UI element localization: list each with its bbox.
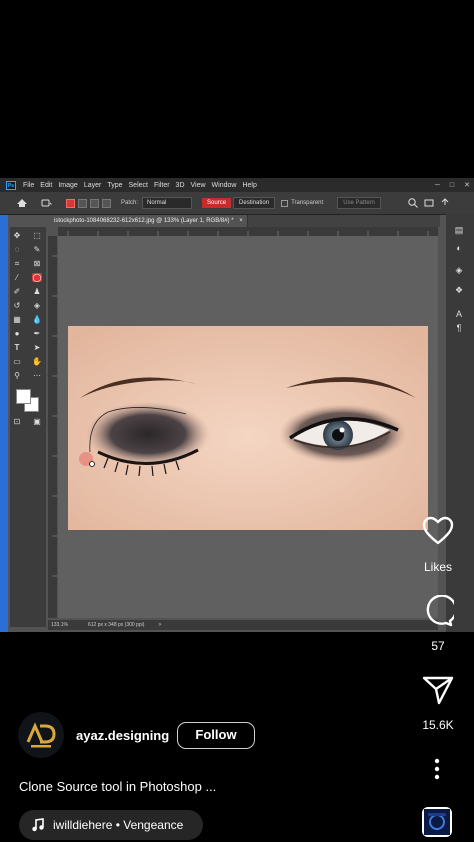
shares-count: 15.6K — [422, 718, 454, 732]
heart-icon[interactable] — [422, 516, 454, 546]
hand-tool-icon[interactable]: ✋ — [32, 357, 42, 366]
document-info: 612 px x 348 px (300 ppi) — [87, 622, 145, 628]
menu-type[interactable]: Type — [107, 182, 122, 189]
brush-tool-icon[interactable]: ✐ — [12, 287, 22, 296]
new-selection-button[interactable] — [66, 198, 75, 208]
more-icon[interactable] — [432, 758, 442, 780]
author-row: ayaz.designing — [18, 712, 169, 758]
menu-bar: Ps File Edit Image Layer Type Select Fil… — [0, 178, 474, 192]
eyes-photo-image — [68, 326, 428, 530]
follow-button[interactable]: Follow — [177, 722, 255, 749]
destination-button[interactable]: Destination — [233, 197, 276, 209]
menu-filter[interactable]: Filter — [154, 182, 170, 189]
shape-tool-icon[interactable]: ▭ — [12, 357, 22, 366]
menu-window[interactable]: Window — [212, 182, 237, 189]
audio-thumbnail[interactable] — [422, 807, 452, 837]
left-ruler — [48, 236, 57, 618]
home-icon[interactable] — [16, 197, 28, 209]
tab-close-icon[interactable]: × — [239, 218, 243, 224]
type-tool-icon[interactable]: T — [12, 343, 22, 352]
history-panel-icon[interactable]: ▤ — [452, 224, 466, 236]
caption[interactable]: Clone Source tool in Photoshop ... — [19, 779, 216, 794]
menu-view[interactable]: View — [191, 182, 206, 189]
audio-cover-image — [424, 809, 450, 835]
path-selection-icon[interactable]: ➤ — [32, 343, 42, 352]
foreground-color-swatch[interactable] — [16, 389, 31, 404]
patch-mode-select[interactable]: Normal — [142, 197, 193, 209]
character-panel-icon[interactable]: A — [452, 308, 466, 320]
zoom-tool-icon[interactable]: ⚲ — [12, 371, 22, 380]
quick-mask-icon[interactable]: ⊡ — [12, 417, 22, 426]
menu-image[interactable]: Image — [58, 182, 77, 189]
pen-tool-icon[interactable]: ✒ — [32, 329, 42, 338]
comments-count: 57 — [431, 639, 445, 653]
eraser-tool-icon[interactable]: ◈ — [32, 301, 42, 310]
patch-tool-preset-icon[interactable] — [40, 197, 52, 209]
gradient-tool-icon[interactable]: ▦ — [12, 315, 22, 324]
document-tabbar: istockphoto-1084068232-612x612.jpg @ 133… — [50, 215, 440, 227]
channels-panel-icon[interactable]: ❖ — [452, 284, 466, 296]
marquee-tool-icon[interactable]: ⬚ — [32, 231, 42, 240]
status-bar: 133.1% 612 px x 348 px (300 ppi) > — [48, 620, 438, 630]
lasso-tool-icon[interactable]: ◌ — [12, 245, 22, 254]
frame-tool-icon[interactable]: ⊠ — [32, 259, 42, 268]
ad-logo-icon — [26, 722, 56, 748]
likes-label: Likes — [423, 560, 452, 574]
share-icon[interactable] — [422, 675, 454, 705]
subtract-selection-button[interactable] — [90, 198, 99, 208]
adjustments-panel-icon[interactable]: ◐ — [452, 242, 466, 254]
transparent-checkbox[interactable] — [281, 199, 289, 207]
dodge-tool-icon[interactable]: ● — [12, 329, 22, 338]
document-photo[interactable] — [68, 326, 428, 530]
menu-layer[interactable]: Layer — [84, 182, 102, 189]
avatar[interactable] — [18, 712, 64, 758]
music-note-icon — [32, 818, 44, 832]
canvas-area[interactable] — [58, 236, 438, 618]
intersect-selection-button[interactable] — [102, 198, 111, 208]
patch-label: Patch: — [121, 200, 139, 206]
photoshop-logo: Ps — [6, 180, 16, 190]
blur-tool-icon[interactable]: 💧 — [32, 315, 42, 324]
search-icon[interactable] — [407, 197, 419, 209]
quick-selection-icon[interactable]: ✎ — [32, 245, 42, 254]
add-selection-button[interactable] — [78, 198, 87, 208]
photoshop-window: Ps File Edit Image Layer Type Select Fil… — [0, 178, 474, 632]
transparent-label: Transparent — [291, 200, 324, 206]
username[interactable]: ayaz.designing — [76, 728, 169, 743]
workspace-icon[interactable] — [423, 197, 435, 209]
paragraph-panel-icon[interactable]: ¶ — [452, 322, 466, 334]
tools-panel: ✥ ⬚ ◌ ✎ ⌗ ⊠ ⁄ ◯ ✐ ♟ ↺ ◈ ▦ 💧 ● ✒ T ➤ ▭ ✋ … — [10, 227, 46, 627]
status-arrow[interactable]: > — [158, 622, 161, 628]
blue-border — [0, 192, 8, 632]
use-pattern-button[interactable]: Use Pattern — [337, 197, 381, 209]
source-button[interactable]: Source — [202, 198, 232, 208]
stamp-tool-icon[interactable]: ♟ — [32, 287, 42, 296]
top-ruler — [58, 227, 438, 236]
document-tab-title: istockphoto-1084068232-612x612.jpg @ 133… — [54, 218, 234, 224]
document-tab[interactable]: istockphoto-1084068232-612x612.jpg @ 133… — [50, 215, 248, 227]
audio-pill[interactable]: iwilldiehere • Vengeance — [19, 810, 204, 840]
menu-3d[interactable]: 3D — [176, 182, 185, 189]
layers-panel-icon[interactable]: ◈ — [452, 264, 466, 276]
maximize-button[interactable]: □ — [450, 182, 454, 189]
eyedropper-icon[interactable]: ⁄ — [12, 273, 22, 282]
menu-select[interactable]: Select — [129, 182, 148, 189]
menu-help[interactable]: Help — [242, 182, 256, 189]
patch-tool-icon[interactable]: ◯ — [32, 273, 42, 282]
crop-tool-icon[interactable]: ⌗ — [12, 259, 22, 268]
zoom-level[interactable]: 133.1% — [51, 622, 68, 628]
screen-mode-icon[interactable]: ▣ — [32, 417, 42, 426]
history-brush-icon[interactable]: ↺ — [12, 301, 22, 310]
options-bar: Patch: Normal Source Destination Transpa… — [0, 192, 474, 215]
menu-edit[interactable]: Edit — [40, 182, 52, 189]
move-tool-icon[interactable]: ✥ — [12, 231, 22, 240]
minimize-button[interactable]: ─ — [435, 182, 440, 189]
window-controls: ─ □ ✕ — [435, 178, 470, 192]
comment-icon[interactable] — [422, 595, 454, 627]
close-window-button[interactable]: ✕ — [464, 181, 470, 189]
more-tools-icon[interactable]: ⋯ — [32, 371, 42, 380]
share-ps-icon[interactable] — [439, 197, 451, 209]
menu-file[interactable]: File — [23, 182, 34, 189]
audio-title: iwilldiehere • Vengeance — [53, 818, 184, 832]
